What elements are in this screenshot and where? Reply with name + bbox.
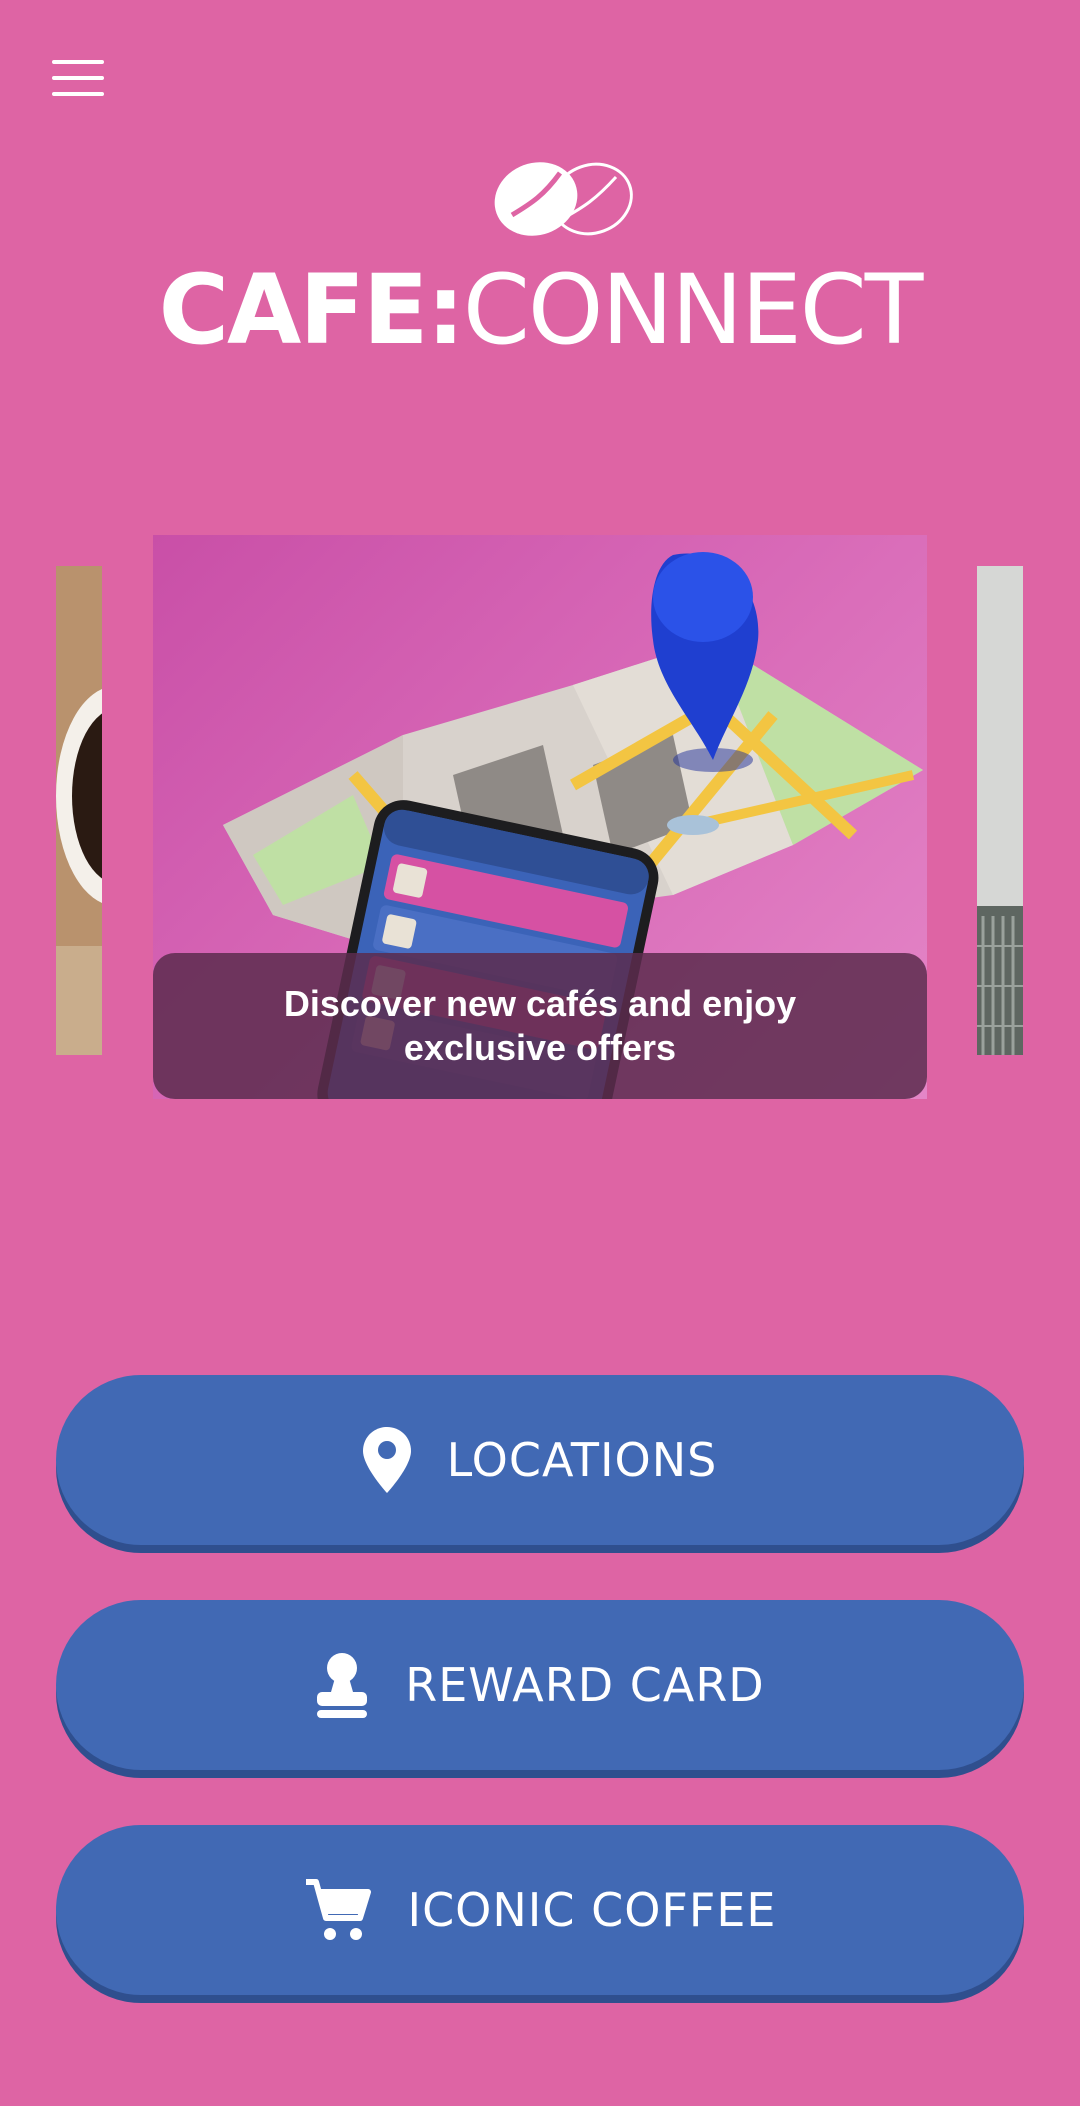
reward-card-label: REWARD CARD <box>405 1658 765 1712</box>
iconic-coffee-label: ICONIC COFFEE <box>407 1883 777 1937</box>
carousel-caption-text: Discover new cafés and enjoy exclusive o… <box>283 983 797 1068</box>
coffee-bean-logo-icon <box>494 162 633 236</box>
app-logo-wordmark: CAFE:CONNECT <box>0 262 1080 358</box>
logo-bold-text: CAFE: <box>158 254 465 366</box>
cafe-exterior-image <box>977 566 1023 1055</box>
carousel-active-card[interactable]: Discover new cafés and enjoy exclusive o… <box>153 535 927 1099</box>
iconic-coffee-button[interactable]: ICONIC COFFEE <box>56 1825 1024 1995</box>
carousel-prev-card[interactable] <box>56 566 102 1055</box>
shopping-cart-icon <box>304 1878 372 1942</box>
map-pin-icon <box>362 1427 411 1493</box>
carousel-caption: Discover new cafés and enjoy exclusive o… <box>153 953 927 1099</box>
carousel-next-card[interactable] <box>977 566 1023 1055</box>
coffee-cup-image <box>56 566 102 1055</box>
menu-button[interactable] <box>52 60 104 96</box>
menu-bar <box>52 92 104 96</box>
stamp-icon <box>315 1652 369 1718</box>
menu-bar <box>52 60 104 64</box>
menu-bar <box>52 76 104 80</box>
reward-card-button[interactable]: REWARD CARD <box>56 1600 1024 1770</box>
logo-thin-text: CONNECT <box>462 254 924 366</box>
feature-carousel[interactable]: Discover new cafés and enjoy exclusive o… <box>0 535 1080 1102</box>
locations-button[interactable]: LOCATIONS <box>56 1375 1024 1545</box>
locations-label: LOCATIONS <box>446 1433 718 1487</box>
